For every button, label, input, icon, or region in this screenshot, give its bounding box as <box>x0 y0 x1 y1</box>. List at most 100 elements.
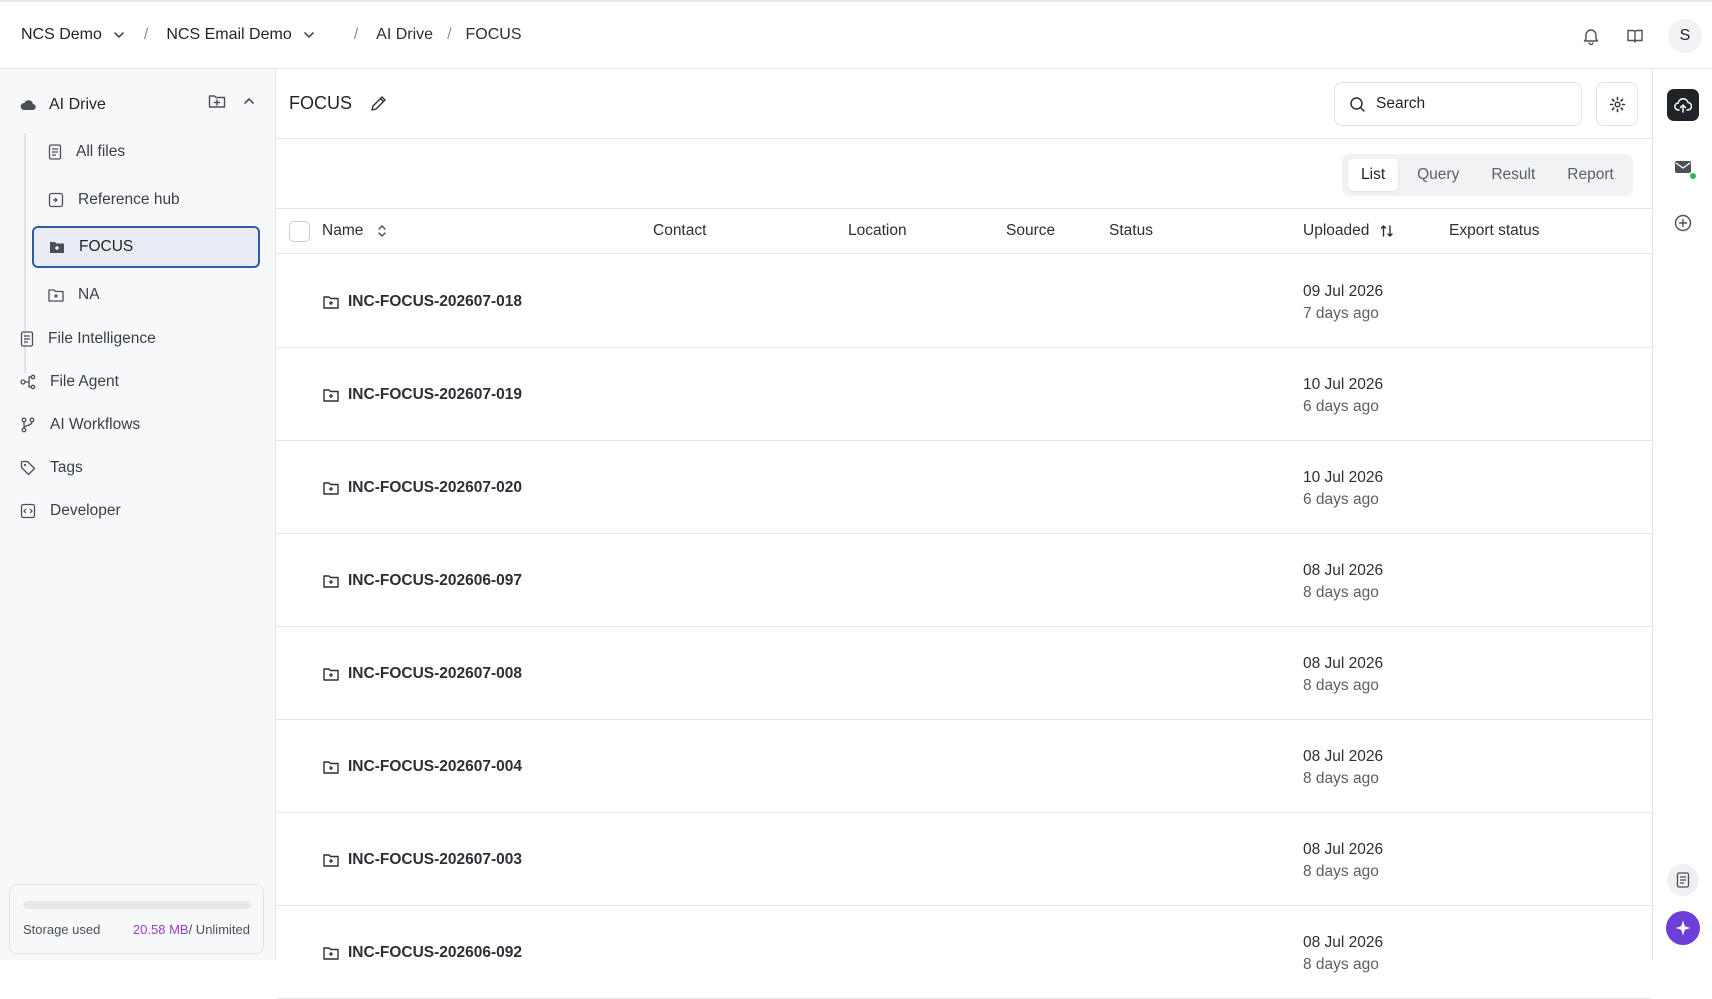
sidebar-item-focus[interactable]: FOCUS <box>32 226 260 268</box>
sidebar-item-file-agent[interactable]: File Agent <box>20 366 260 398</box>
notification-icon[interactable] <box>1580 25 1602 47</box>
sidebar-item-label: FOCUS <box>79 238 134 255</box>
sidebar-item-file-intelligence[interactable]: File Intelligence <box>20 323 260 355</box>
sidebar-item-label: NA <box>78 286 100 303</box>
docs-book-icon[interactable] <box>1624 25 1646 47</box>
breadcrumb-folder: FOCUS <box>465 26 522 43</box>
chevron-down-icon <box>303 32 314 39</box>
upload-relative-time: 8 days ago <box>1303 956 1379 973</box>
sidebar-item-label: Tags <box>50 459 83 476</box>
email-button[interactable] <box>1667 151 1699 183</box>
folder-icon <box>50 242 64 253</box>
folder-icon <box>323 296 339 309</box>
row-name[interactable]: INC-FOCUS-202607-004 <box>323 758 522 776</box>
storage-limit: / Unlimited <box>188 922 250 937</box>
tab-list[interactable]: List <box>1348 159 1399 191</box>
column-uploaded[interactable]: Uploaded <box>1303 222 1395 240</box>
avatar[interactable]: S <box>1668 18 1702 53</box>
upload-relative-time: 6 days ago <box>1303 398 1379 415</box>
table-row[interactable]: INC-FOCUS-202607-003 08 Jul 2026 8 days ag… <box>276 813 1652 906</box>
table-row[interactable]: INC-FOCUS-202606-097 08 Jul 2026 8 days ag… <box>276 534 1652 627</box>
tab-result[interactable]: Result <box>1478 159 1548 191</box>
gear-icon <box>1609 96 1625 112</box>
edit-pencil-icon[interactable] <box>370 95 387 112</box>
cloud-icon <box>20 100 36 111</box>
upload-relative-time: 7 days ago <box>1303 305 1379 322</box>
sidebar-item-developer[interactable]: Developer <box>20 495 260 527</box>
folder-icon <box>323 854 339 867</box>
storage-used: 20.58 MB <box>132 922 189 937</box>
table-row[interactable]: INC-FOCUS-202607-008 08 Jul 2026 8 days ag… <box>276 627 1652 720</box>
project-switcher[interactable]: NCS Email Demo <box>166 26 315 44</box>
sidebar-item-all-files[interactable]: All files <box>33 132 259 172</box>
folder-link-icon <box>48 192 64 208</box>
search-icon <box>1350 96 1365 112</box>
notes-icon <box>1676 872 1690 888</box>
online-status-dot <box>1689 172 1697 180</box>
search-input[interactable] <box>1376 95 1566 113</box>
row-name[interactable]: INC-FOCUS-202607-008 <box>323 665 522 683</box>
upload-date: 08 Jul 2026 <box>1303 562 1384 579</box>
table-row[interactable]: INC-FOCUS-202607-019 10 Jul 2026 6 days ag… <box>276 348 1652 441</box>
row-name[interactable]: INC-FOCUS-202606-097 <box>323 572 522 590</box>
sidebar-item-na[interactable]: NA <box>33 275 259 315</box>
table-row[interactable]: INC-FOCUS-202607-018 09 Jul 2026 7 days ag… <box>276 255 1652 348</box>
sidebar-root-label: AI Drive <box>49 96 106 113</box>
upload-date: 08 Jul 2026 <box>1303 934 1384 951</box>
row-name[interactable]: INC-FOCUS-202607-020 <box>323 479 522 497</box>
sidebar-item-label: File Agent <box>50 373 119 390</box>
upload-relative-time: 8 days ago <box>1303 863 1379 880</box>
notes-button[interactable] <box>1667 864 1699 896</box>
tag-icon <box>20 460 36 476</box>
upload-date: 08 Jul 2026 <box>1303 655 1384 672</box>
tab-query[interactable]: Query <box>1404 159 1472 191</box>
sidebar-item-tags[interactable]: Tags <box>20 452 260 484</box>
upload-button[interactable] <box>1667 89 1699 121</box>
sidebar: AI Drive All files Reference hub FOCUS N… <box>0 69 276 960</box>
plus-circle-icon <box>1674 214 1692 232</box>
main-content: FOCUS List Query Result Report Name Cont… <box>276 69 1652 999</box>
search-box[interactable] <box>1334 82 1582 126</box>
ai-assistant-button[interactable] <box>1666 911 1700 945</box>
sidebar-item-ai-drive[interactable]: AI Drive <box>20 91 256 119</box>
table-row[interactable]: INC-FOCUS-202606-092 08 Jul 2026 8 days ag… <box>276 906 1652 999</box>
select-all-checkbox[interactable] <box>289 221 310 242</box>
agent-icon <box>20 374 36 390</box>
sidebar-item-label: Developer <box>50 502 121 519</box>
right-rail <box>1652 69 1712 960</box>
upload-date: 08 Jul 2026 <box>1303 748 1384 765</box>
row-uploaded: 08 Jul 2026 8 days ago <box>1303 653 1383 697</box>
add-button[interactable] <box>1667 207 1699 239</box>
page-title: FOCUS <box>289 93 352 113</box>
sort-desc-icon <box>1381 225 1394 237</box>
new-folder-icon[interactable] <box>208 93 226 109</box>
sidebar-item-label: All files <box>76 143 126 160</box>
storage-card: Storage used 20.58 MB/ Unlimited <box>9 884 264 954</box>
row-name-label: INC-FOCUS-202607-018 <box>348 293 523 310</box>
page-title-wrap: FOCUS <box>289 93 387 114</box>
sidebar-item-ai-workflows[interactable]: AI Workflows <box>20 409 260 441</box>
breadcrumb-drive[interactable]: AI Drive <box>376 26 433 44</box>
column-location: Location <box>848 222 907 239</box>
sidebar-item-label: Reference hub <box>78 191 180 208</box>
top-bar: NCS Demo / NCS Email Demo / AI Drive / F… <box>0 0 1712 69</box>
row-uploaded: 08 Jul 2026 8 days ago <box>1303 932 1383 976</box>
sidebar-item-reference-hub[interactable]: Reference hub <box>33 180 259 220</box>
settings-button[interactable] <box>1596 82 1638 126</box>
table-row[interactable]: INC-FOCUS-202607-020 10 Jul 2026 6 days ag… <box>276 441 1652 534</box>
chevron-up-icon[interactable] <box>242 94 256 108</box>
column-status: Status <box>1109 222 1153 239</box>
row-uploaded: 10 Jul 2026 6 days ago <box>1303 374 1383 418</box>
tab-report[interactable]: Report <box>1554 159 1627 191</box>
table-row[interactable]: INC-FOCUS-202607-004 08 Jul 2026 8 days ag… <box>276 720 1652 813</box>
row-name[interactable]: INC-FOCUS-202606-092 <box>323 944 522 962</box>
main-header: FOCUS <box>276 69 1652 139</box>
view-toolbar: List Query Result Report <box>276 139 1652 209</box>
org-switcher[interactable]: NCS Demo <box>21 26 126 44</box>
column-name[interactable]: Name <box>322 222 389 240</box>
row-name[interactable]: INC-FOCUS-202607-018 <box>323 293 522 311</box>
upload-date: 08 Jul 2026 <box>1303 841 1384 858</box>
row-name[interactable]: INC-FOCUS-202607-019 <box>323 386 522 404</box>
row-name[interactable]: INC-FOCUS-202607-003 <box>323 851 522 869</box>
storage-value: 20.58 MB/ Unlimited <box>133 922 250 937</box>
